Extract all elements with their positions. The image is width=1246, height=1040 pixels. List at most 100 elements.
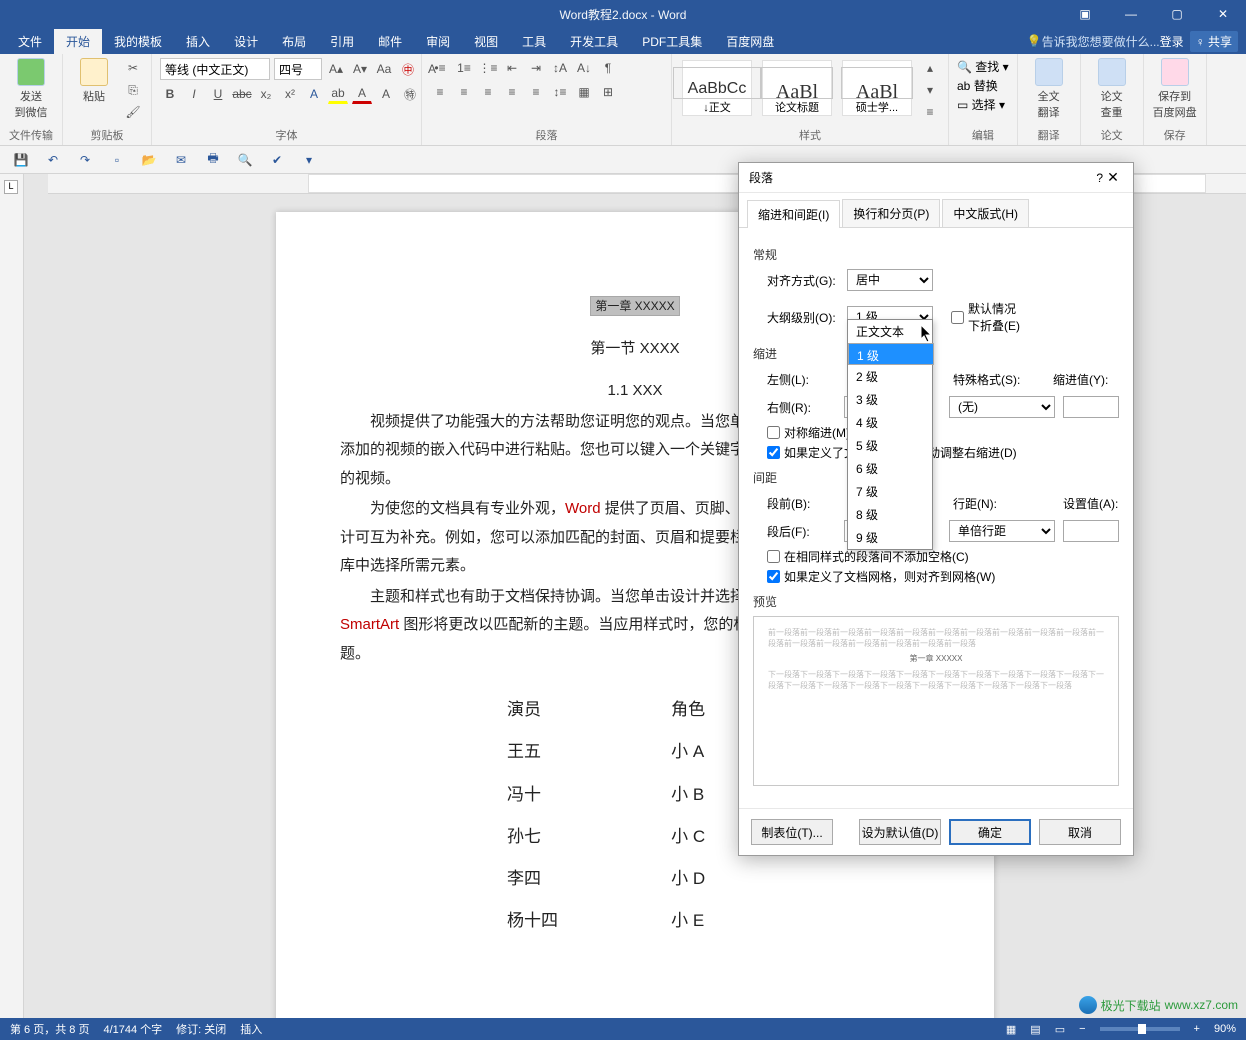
save-icon[interactable]: 💾: [12, 151, 30, 169]
sort-icon[interactable]: A↓: [574, 58, 594, 78]
dropdown-option[interactable]: 2 级: [848, 365, 932, 388]
preview-icon[interactable]: 🔍: [236, 151, 254, 169]
heading-1[interactable]: 第一章 XXXXX: [590, 296, 679, 316]
tabs-button[interactable]: 制表位(T)...: [751, 819, 833, 845]
subscript-button[interactable]: x₂: [256, 84, 276, 104]
zoom-value[interactable]: 90%: [1214, 1023, 1236, 1035]
cut-icon[interactable]: ✂: [123, 58, 143, 78]
strike-button[interactable]: abc: [232, 84, 252, 104]
increase-indent-icon[interactable]: ⇥: [526, 58, 546, 78]
mirror-indent-checkbox[interactable]: [767, 426, 780, 439]
tab-review[interactable]: 审阅: [414, 29, 462, 54]
print-icon[interactable]: 🖶: [204, 151, 222, 169]
insert-mode[interactable]: 插入: [240, 1021, 262, 1037]
snap-grid-checkbox[interactable]: [767, 570, 780, 583]
dropdown-option[interactable]: 1 级: [848, 343, 934, 365]
shading-icon[interactable]: ▦: [574, 82, 594, 102]
font-color-icon[interactable]: A: [352, 84, 372, 104]
close-icon[interactable]: ✕: [1103, 169, 1123, 186]
italic-button[interactable]: I: [184, 84, 204, 104]
collapse-checkbox[interactable]: [951, 311, 964, 324]
dropdown-option[interactable]: 7 级: [848, 480, 932, 503]
tab-view[interactable]: 视图: [462, 29, 510, 54]
line-spacing-icon[interactable]: ↕≡: [550, 82, 570, 102]
help-icon[interactable]: ?: [1096, 171, 1103, 185]
by-input[interactable]: [1063, 396, 1119, 418]
dropdown-option[interactable]: 5 级: [848, 434, 932, 457]
distribute-icon[interactable]: ≡: [526, 82, 546, 102]
style-thesis[interactable]: AaBl硕士学...: [842, 60, 912, 116]
mail-icon[interactable]: ✉: [172, 151, 190, 169]
bullets-icon[interactable]: •≡: [430, 58, 450, 78]
style-title[interactable]: AaBl论文标题: [762, 60, 832, 116]
tab-developer[interactable]: 开发工具: [558, 29, 630, 54]
alignment-select[interactable]: 居中: [847, 269, 933, 291]
paste-button[interactable]: 粘贴: [71, 58, 117, 104]
bold-button[interactable]: B: [160, 84, 180, 104]
align-right-icon[interactable]: ≡: [478, 82, 498, 102]
superscript-button[interactable]: x²: [280, 84, 300, 104]
word-count[interactable]: 4/1744 个字: [103, 1021, 162, 1037]
tell-me[interactable]: 告诉我您想要做什么...: [1042, 33, 1160, 50]
minimize-button[interactable]: —: [1108, 0, 1154, 28]
send-wechat-button[interactable]: 发送 到微信: [8, 58, 54, 120]
enclose-char-icon[interactable]: ㊕: [400, 84, 420, 104]
styles-up-icon[interactable]: ▴: [920, 58, 940, 78]
tab-home[interactable]: 开始: [54, 29, 102, 54]
zoom-out-icon[interactable]: −: [1079, 1023, 1085, 1035]
at-input[interactable]: [1063, 520, 1119, 542]
style-normal[interactable]: AaBbCc↓正文: [682, 60, 752, 116]
undo-icon[interactable]: ↶: [44, 151, 62, 169]
select-button[interactable]: ▭ 选择 ▾: [957, 96, 1005, 113]
numbering-icon[interactable]: 1≡: [454, 58, 474, 78]
dialog-titlebar[interactable]: 段落 ? ✕: [739, 163, 1133, 193]
multilevel-icon[interactable]: ⋮≡: [478, 58, 498, 78]
tab-indent-spacing[interactable]: 缩进和间距(I): [747, 200, 840, 228]
replace-button[interactable]: ab 替换: [957, 77, 998, 94]
view-web-icon[interactable]: ▭: [1055, 1023, 1065, 1036]
font-family-select[interactable]: [160, 58, 270, 80]
text-effects-icon[interactable]: A: [304, 84, 324, 104]
dropdown-option[interactable]: 3 级: [848, 388, 932, 411]
close-button[interactable]: ✕: [1200, 0, 1246, 28]
grow-font-icon[interactable]: A▴: [326, 59, 346, 79]
underline-button[interactable]: U: [208, 84, 228, 104]
decrease-indent-icon[interactable]: ⇤: [502, 58, 522, 78]
redo-icon[interactable]: ↷: [76, 151, 94, 169]
vertical-ruler[interactable]: L: [0, 174, 24, 1018]
phonetic-icon[interactable]: ㊥: [398, 59, 418, 79]
tab-baidu[interactable]: 百度网盘: [714, 29, 786, 54]
tab-file[interactable]: 文件: [6, 29, 54, 54]
highlight-icon[interactable]: ab: [328, 84, 348, 104]
font-size-select[interactable]: [274, 58, 322, 80]
special-select[interactable]: (无): [949, 396, 1055, 418]
copy-icon[interactable]: ⎘: [123, 80, 143, 100]
tab-layout[interactable]: 布局: [270, 29, 318, 54]
dropdown-option[interactable]: 6 级: [848, 457, 932, 480]
shrink-font-icon[interactable]: A▾: [350, 59, 370, 79]
dropdown-option[interactable]: 8 级: [848, 503, 932, 526]
dropdown-option[interactable]: 正文文本: [848, 320, 932, 343]
tab-references[interactable]: 引用: [318, 29, 366, 54]
login-link[interactable]: 登录: [1160, 33, 1184, 50]
no-space-checkbox[interactable]: [767, 550, 780, 563]
tab-pdf[interactable]: PDF工具集: [630, 29, 714, 54]
open-icon[interactable]: 📂: [140, 151, 158, 169]
tab-selector[interactable]: L: [4, 180, 18, 194]
more-icon[interactable]: ▾: [300, 151, 318, 169]
zoom-in-icon[interactable]: +: [1194, 1023, 1200, 1035]
new-doc-icon[interactable]: ▫: [108, 151, 126, 169]
tab-line-page-breaks[interactable]: 换行和分页(P): [842, 199, 940, 227]
justify-icon[interactable]: ≡: [502, 82, 522, 102]
duplicate-check-button[interactable]: 论文 查重: [1089, 58, 1135, 120]
view-read-icon[interactable]: ▤: [1030, 1023, 1040, 1036]
spell-icon[interactable]: ✔: [268, 151, 286, 169]
char-shading-icon[interactable]: A: [376, 84, 396, 104]
line-spacing-select[interactable]: 单倍行距: [949, 520, 1055, 542]
ok-button[interactable]: 确定: [949, 819, 1031, 845]
share-button[interactable]: ♀ 共享: [1190, 31, 1238, 52]
dropdown-option[interactable]: 9 级: [848, 526, 932, 549]
ribbon-display-icon[interactable]: ▣: [1062, 0, 1108, 28]
text-direction-icon[interactable]: ↕A: [550, 58, 570, 78]
restore-button[interactable]: ▢: [1154, 0, 1200, 28]
